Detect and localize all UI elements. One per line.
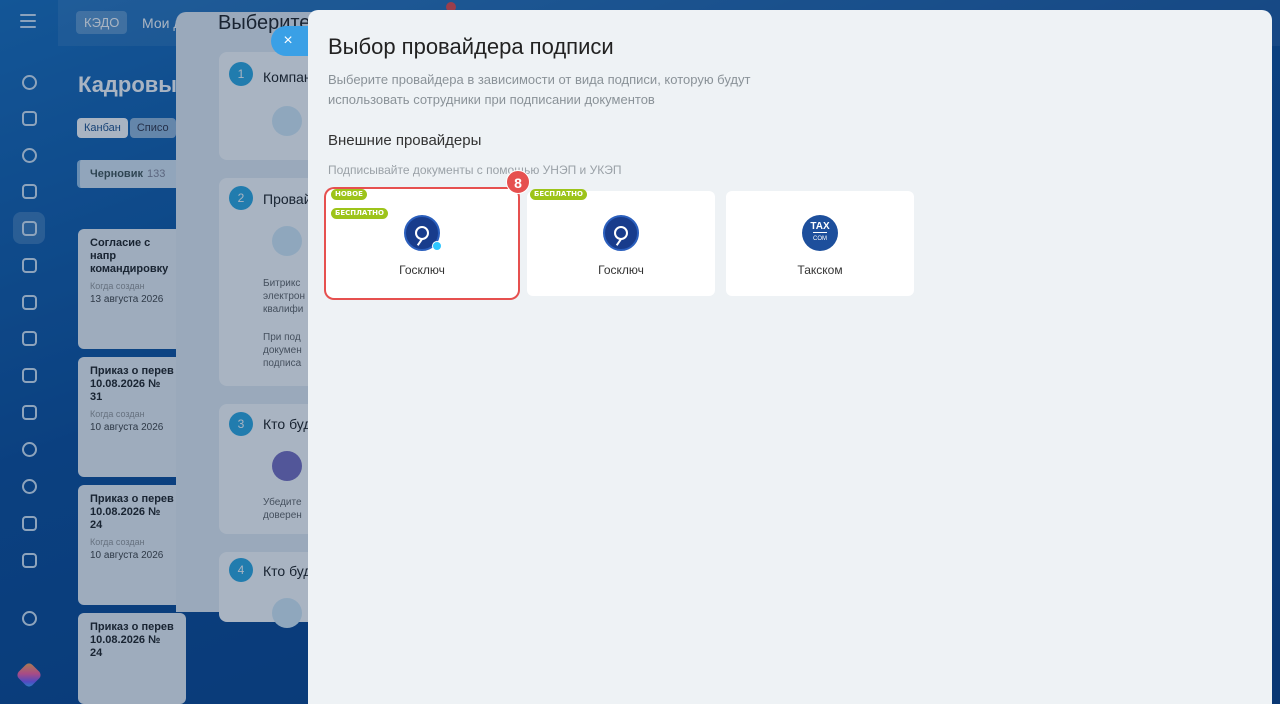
mail-icon[interactable] (13, 396, 45, 428)
location-icon[interactable] (13, 470, 45, 502)
taxcom-logo-text: TAX (810, 221, 830, 232)
person-icon (272, 598, 302, 628)
kanban-card[interactable]: Приказ о перев 10.08.2026 № 24 Когда соз… (78, 485, 186, 605)
step-number: 3 (229, 412, 253, 436)
provider-selection-slider: Выбор провайдера подписи Выберите провай… (308, 10, 1272, 704)
step-text: квалифи (263, 304, 304, 315)
taxcom-logo-sub: COM (813, 232, 827, 245)
file-icon[interactable] (13, 322, 45, 354)
column-name: Черновик (90, 168, 143, 180)
card-title: Приказ о перев 10.08.2026 № 31 (90, 365, 174, 403)
close-icon: × (283, 32, 293, 49)
card-title: Приказ о перев 10.08.2026 № 24 (90, 493, 174, 531)
pulse-icon[interactable] (13, 66, 45, 98)
card-title: Приказ о перев 10.08.2026 № 24 (90, 621, 174, 659)
kanban-card[interactable]: Приказ о перев 10.08.2026 № 24 (78, 613, 186, 704)
card-label: Когда создан (90, 409, 145, 419)
card-title: Согласие с напр командировку (90, 237, 169, 275)
company-icon (272, 106, 302, 136)
close-slider-button[interactable]: × (271, 26, 311, 56)
signature-icon (272, 226, 302, 256)
tab-list[interactable]: Списо (129, 118, 176, 138)
taxcom-icon: TAX COM (802, 215, 838, 251)
document-icon[interactable] (13, 175, 45, 207)
step-label: Кто буд (263, 416, 312, 432)
step-label: Компан (263, 69, 312, 85)
new-badge: НОВОЕ (331, 189, 367, 200)
section-title: Внешние провайдеры (328, 132, 482, 149)
free-badge: БЕСПЛАТНО (331, 208, 388, 219)
contacts-icon[interactable] (13, 286, 45, 318)
step-label: Провай (263, 191, 312, 207)
provider-card-goskey[interactable]: Госключ (527, 191, 715, 296)
provider-name: Такском (797, 263, 843, 277)
provider-card-taxcom[interactable]: TAX COM Такском (726, 191, 914, 296)
left-nav-rail (0, 0, 58, 704)
settings-icon[interactable] (13, 602, 45, 634)
step-text: докумен (263, 345, 302, 356)
card-date: 10 августа 2026 (90, 550, 164, 561)
shield-icon[interactable] (13, 433, 45, 465)
card-date: 10 августа 2026 (90, 422, 164, 433)
check-icon[interactable] (13, 544, 45, 576)
step-marker: 8 (506, 170, 530, 194)
step-number: 4 (229, 558, 253, 582)
card-icon[interactable] (13, 359, 45, 391)
kanban-column-header: Черновик 133 (77, 160, 187, 188)
provider-name: Госключ (399, 263, 445, 277)
card-label: Когда создан (90, 537, 145, 547)
card-date: 13 августа 2026 (90, 294, 164, 305)
step-text: подписа (263, 358, 302, 369)
slider-subtitle: Выберите провайдера в зависимости от вид… (328, 72, 751, 107)
free-badge: БЕСПЛАТНО (530, 189, 587, 200)
avatar (272, 451, 302, 481)
kanban-card[interactable]: Согласие с напр командировку Когда созда… (78, 229, 186, 349)
column-count: 133 (146, 168, 166, 180)
calendar-icon[interactable] (13, 249, 45, 281)
provider-name: Госключ (598, 263, 644, 277)
step-text: Битрикс (263, 278, 301, 289)
copilot-icon[interactable] (15, 661, 43, 689)
step-number: 1 (229, 62, 253, 86)
step-text: Убедите (263, 497, 302, 508)
step-text: электрон (263, 291, 305, 302)
tasks-icon[interactable] (13, 139, 45, 171)
step-label: Кто буд (263, 563, 312, 579)
sign-icon[interactable] (13, 212, 45, 244)
step-text: доверен (263, 510, 302, 521)
tab-kanban[interactable]: Канбан (77, 118, 128, 138)
kanban-card[interactable]: Приказ о перев 10.08.2026 № 31 Когда соз… (78, 357, 186, 477)
view-tabs: Канбан Списо (77, 118, 176, 138)
section-hint: Подписывайте документы с помощью УНЭП и … (328, 163, 622, 177)
step-number: 2 (229, 186, 253, 210)
card-label: Когда создан (90, 281, 145, 291)
slider-title: Выбор провайдера подписи (328, 34, 614, 59)
goskey-bolt-icon (404, 215, 442, 251)
menu-icon[interactable] (20, 14, 36, 32)
list-icon[interactable] (13, 507, 45, 539)
step-text: При под (263, 332, 301, 343)
provider-card-goskey-new[interactable]: Госключ (328, 191, 516, 296)
kedo-tab[interactable]: КЭДО (76, 11, 128, 34)
page-title: Кадровые (78, 72, 190, 97)
chat-icon[interactable] (13, 102, 45, 134)
goskey-icon (603, 215, 639, 251)
